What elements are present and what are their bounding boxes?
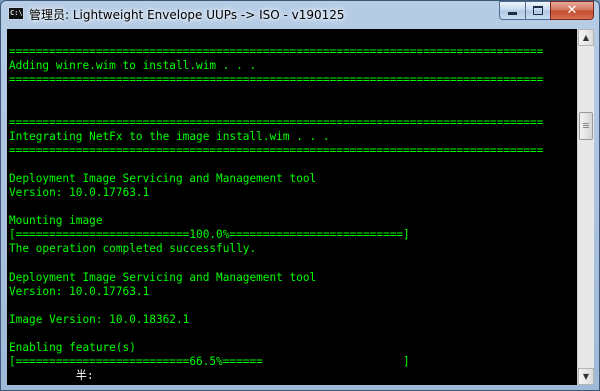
title-bar[interactable]: C:\. 管理员: Lightweight Envelope UUPs -> I… [1,1,599,28]
scroll-down-button[interactable]: ▼ [578,368,594,385]
console-line: The operation completed successfully. [9,242,257,256]
grip-line [583,127,589,128]
chevron-up-icon: ▲ [582,33,590,42]
console-line: ========================================… [9,45,544,59]
console-line: ========================================… [9,73,544,87]
close-icon: ✕ [566,3,578,18]
scrollbar-thumb[interactable] [579,112,593,140]
console-line: Deployment Image Servicing and Managemen… [9,171,317,185]
ime-status-indicator: 半: [9,369,94,383]
minimize-icon [508,12,517,15]
grip-line [583,125,589,126]
console-line: Enabling feature(s) [9,341,136,355]
chevron-down-icon: ▼ [582,372,590,381]
vertical-scrollbar[interactable]: ▲ ▼ [577,29,594,385]
console-lines: ========================================… [9,31,543,383]
console-line: Version: 10.0.17763.1 [9,186,150,200]
maximize-button[interactable] [525,1,550,20]
grip-line [583,123,589,124]
console-line: [==========================100.0%=======… [9,228,410,242]
scroll-up-button[interactable]: ▲ [578,29,594,46]
console-line: ========================================… [9,143,544,157]
console-window: C:\. 管理员: Lightweight Envelope UUPs -> I… [0,0,600,391]
window-title: 管理员: Lightweight Envelope UUPs -> ISO - … [29,8,345,22]
console-line: Integrating NetFx to the image install.w… [9,129,330,143]
minimize-button[interactable] [499,1,525,20]
window-controls: ✕ [499,1,594,20]
console-line: Deployment Image Servicing and Managemen… [9,270,317,284]
console-output[interactable]: ========================================… [7,29,577,385]
console-line: ========================================… [9,115,544,129]
console-line: Version: 10.0.17763.1 [9,284,150,298]
console-line: [==========================66.5%====== ] [9,355,410,369]
console-line: Adding winre.wim to install.wim . . . [9,59,257,73]
console-line: Image Version: 10.0.18362.1 [9,312,190,326]
close-button[interactable]: ✕ [550,1,594,20]
console-line: Mounting image [9,214,103,228]
maximize-icon [533,6,543,15]
console-app-icon[interactable]: C:\. [8,7,27,20]
